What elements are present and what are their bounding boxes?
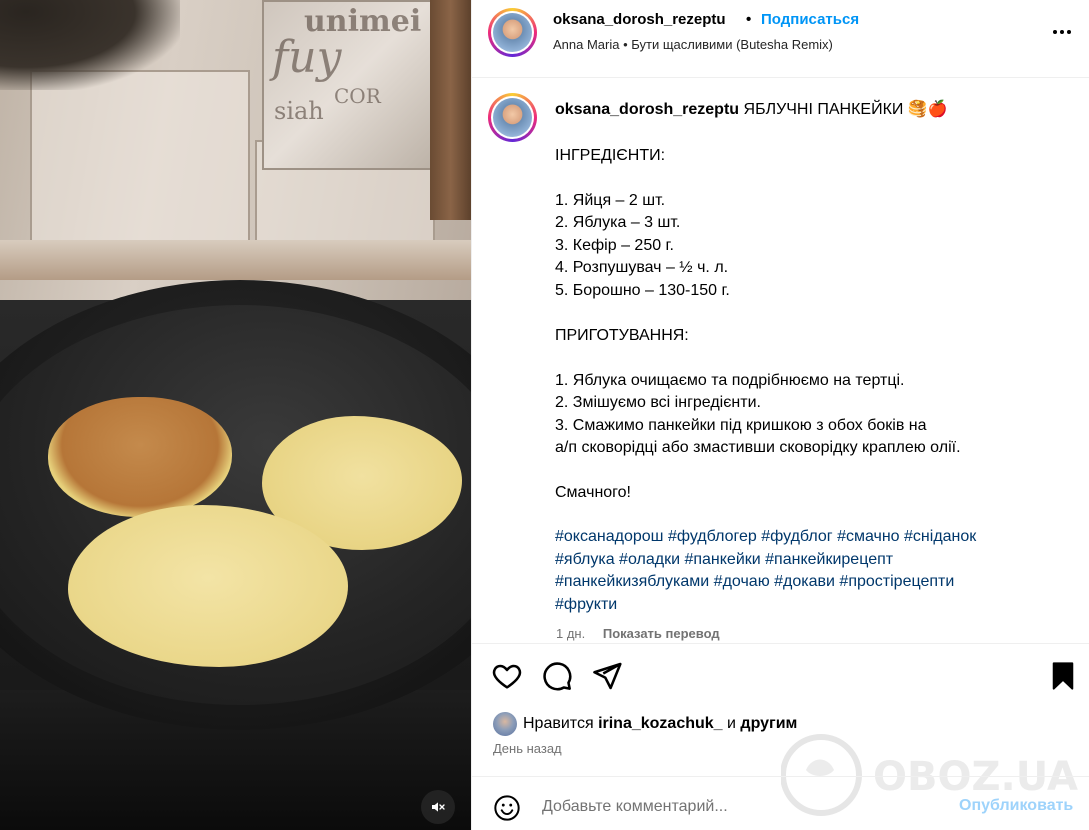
hashtag-link[interactable]: #яблука xyxy=(555,551,615,568)
wall-tile xyxy=(30,70,250,250)
ingredient-item: 5. Борошно – 130-150 г. xyxy=(555,282,730,299)
step-item: 1. Яблука очищаємо та подрібнюємо на тер… xyxy=(555,372,905,389)
caption-meta: 1 дн. Показать перевод xyxy=(556,626,720,641)
hashtag-line: #панкейкизяблуками #дочаю #докави #прост… xyxy=(555,571,1055,594)
shadow xyxy=(0,0,180,90)
post-details-panel: oksana_dorosh_rezeptu • Подписаться Anna… xyxy=(471,0,1089,830)
separator-dot: • xyxy=(746,11,752,28)
hashtag-line: #фрукти xyxy=(555,594,1055,617)
ingredient-item: 2. Яблука – 3 шт. xyxy=(555,214,681,231)
caption-time[interactable]: 1 дн. xyxy=(556,626,585,641)
hashtag-line: #оксанадорош #фудблогер #фудблог #смачно… xyxy=(555,526,1055,549)
hashtags: #оксанадорош #фудблогер #фудблог #смачно… xyxy=(555,526,1055,616)
heart-icon[interactable] xyxy=(491,660,523,692)
translate-button[interactable]: Показать перевод xyxy=(603,626,720,641)
more-options-icon xyxy=(1053,30,1057,34)
bookmark-icon[interactable] xyxy=(1047,660,1079,692)
muted-speaker-icon xyxy=(432,802,445,812)
decorative-tile: unimei fuy COR siah xyxy=(262,0,432,170)
ingredient-item: 4. Розпушувач – ½ ч. л. xyxy=(555,259,729,276)
caption-title: ЯБЛУЧНІ ПАНКЕЙКИ 🥞🍎 xyxy=(743,101,948,118)
more-options-button[interactable] xyxy=(1048,22,1076,42)
publish-button[interactable]: Опубликовать xyxy=(959,797,1073,815)
pancake-raw xyxy=(68,505,348,667)
step-item: 2. Змішуємо всі інгредієнти. xyxy=(555,394,761,411)
audio-track[interactable]: Anna Maria • Бути щасливими (Butesha Rem… xyxy=(553,37,833,52)
comment-input[interactable] xyxy=(542,796,922,818)
decor-text: COR xyxy=(334,84,381,108)
liker-avatar[interactable] xyxy=(493,712,517,736)
wood-panel xyxy=(430,0,471,220)
ingredient-item: 3. Кефір – 250 г. xyxy=(555,237,674,254)
pancake-browned xyxy=(48,397,232,517)
follow-button[interactable]: Подписаться xyxy=(761,11,859,28)
author-username[interactable]: oksana_dorosh_rezeptu xyxy=(553,11,726,28)
hashtag-link[interactable]: #панкейкирецепт xyxy=(765,551,893,568)
comment-box: Опубликовать xyxy=(472,776,1089,830)
comment-icon[interactable] xyxy=(541,660,573,692)
hashtag-line: #яблука #оладки #панкейки #панкейкирецеп… xyxy=(555,549,1055,572)
step-item: а/п сковорідці або змастивши сковорідку … xyxy=(555,439,961,456)
hashtag-link[interactable]: #фудблог xyxy=(761,528,832,545)
hashtag-link[interactable]: #панкейки xyxy=(684,551,760,568)
likes-and: и xyxy=(727,715,736,733)
hashtag-link[interactable]: #оладки xyxy=(619,551,680,568)
step-item: 3. Смажимо панкейки під кришкою з обох б… xyxy=(555,417,927,434)
caption-title-line: oksana_dorosh_rezeptu ЯБЛУЧНІ ПАНКЕЙКИ 🥞… xyxy=(555,99,948,121)
ingredients-heading: ІНГРЕДІЄНТИ: xyxy=(555,147,666,164)
decor-text: siah xyxy=(274,97,324,125)
caption-closing: Смачного! xyxy=(555,484,631,501)
hashtag-link[interactable]: #смачно xyxy=(837,528,900,545)
caption-username[interactable]: oksana_dorosh_rezeptu xyxy=(555,101,739,118)
counter-edge xyxy=(0,240,471,280)
post-date[interactable]: День назад xyxy=(493,741,562,756)
author-avatar[interactable] xyxy=(488,8,537,57)
post-media[interactable]: unimei fuy COR siah xyxy=(0,0,471,830)
hashtag-link[interactable]: #фрукти xyxy=(555,596,617,613)
hashtag-link[interactable]: #панкейкизяблуками xyxy=(555,573,709,590)
emoji-icon[interactable] xyxy=(493,794,521,822)
likes-prefix: Нравится xyxy=(523,715,594,733)
post-header: oksana_dorosh_rezeptu • Подписаться Anna… xyxy=(472,0,1089,78)
hashtag-link[interactable]: #простірецепти xyxy=(839,573,954,590)
send-icon[interactable] xyxy=(591,660,623,692)
hashtag-link[interactable]: #докави xyxy=(774,573,835,590)
hashtag-link[interactable]: #дочаю xyxy=(714,573,770,590)
steps-heading: ПРИГОТУВАННЯ: xyxy=(555,327,689,344)
decor-text: fuy xyxy=(272,32,342,83)
caption-avatar[interactable] xyxy=(488,93,537,142)
hashtag-link[interactable]: #оксанадорош xyxy=(555,528,663,545)
ingredient-item: 1. Яйця – 2 шт. xyxy=(555,192,666,209)
caption-area: oksana_dorosh_rezeptu ЯБЛУЧНІ ПАНКЕЙКИ 🥞… xyxy=(472,78,1089,643)
mute-button[interactable] xyxy=(421,790,455,824)
liker-username[interactable]: irina_kozachuk_ xyxy=(598,715,723,732)
hashtag-link[interactable]: #фудблогер xyxy=(668,528,757,545)
hashtag-link[interactable]: #сніданок xyxy=(904,528,976,545)
likes-summary: Нравится irina_kozachuk_ и другим xyxy=(493,712,797,736)
